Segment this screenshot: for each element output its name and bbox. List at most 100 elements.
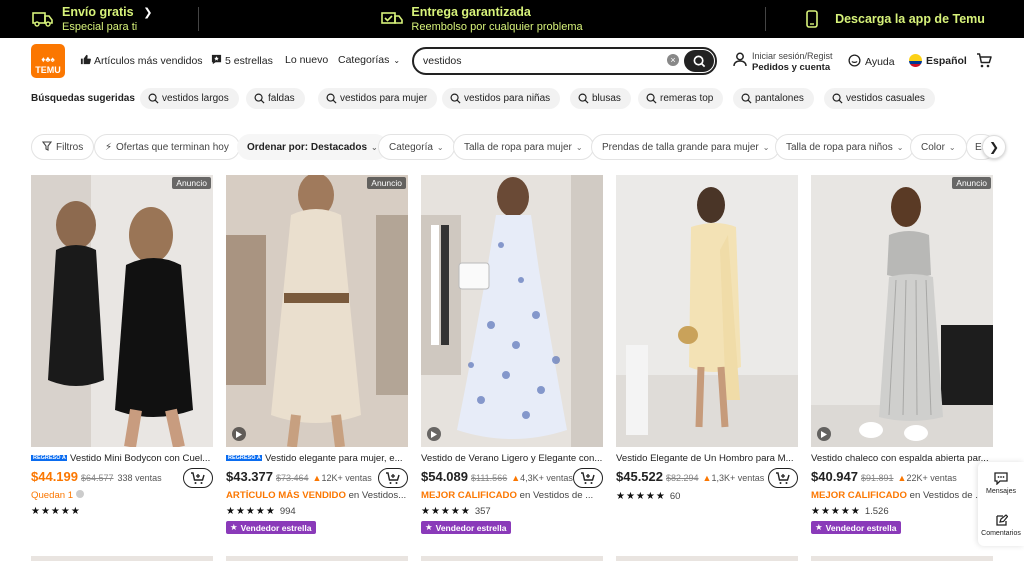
star-seller-badge: ★ Vendedor estrella <box>226 521 316 534</box>
product-card[interactable]: Anuncio REGRESO A CLASES Vestido Mini Bo… <box>31 175 213 535</box>
help-label: Ayuda <box>865 56 895 68</box>
product-card[interactable]: Anuncio Vestido chaleco con espalda abie… <box>811 175 993 535</box>
next-row-image <box>616 556 798 561</box>
rating-row: ★★★★★ 357 <box>421 505 491 517</box>
suggestion-label: pantalones <box>755 93 804 104</box>
add-to-cart-button[interactable] <box>573 468 603 488</box>
star-chat-icon <box>211 54 222 68</box>
next-row-image <box>226 556 408 561</box>
plus-size-label: Prendas de talla grande para mujer <box>602 141 759 153</box>
play-video-icon[interactable] <box>817 427 831 441</box>
floating-side-panel: Mensajes Comentarios <box>978 462 1024 546</box>
suggestion-label: remeras top <box>660 93 714 104</box>
free-shipping-title: Envío gratis <box>62 4 134 19</box>
color-filter-label: Color <box>921 141 945 153</box>
play-video-icon[interactable] <box>427 427 441 441</box>
search-button[interactable] <box>684 50 714 72</box>
suggestion-chip[interactable]: pantalones <box>733 88 814 109</box>
ad-label: Anuncio <box>172 177 211 189</box>
ranking-highlight: MEJOR CALIFICADO <box>421 490 517 501</box>
plus-size-filter[interactable]: Prendas de talla grande para mujer ⌄ <box>591 134 781 160</box>
search-input[interactable]: vestidos <box>423 55 462 67</box>
guaranteed-delivery-promo[interactable]: Entrega garantizada Reembolso por cualqu… <box>198 5 766 33</box>
add-to-cart-button[interactable] <box>768 468 798 488</box>
ranking-badge[interactable]: MEJOR CALIFICADO en Vestidos de ... <box>811 490 993 502</box>
product-title[interactable]: Vestido elegante para mujer, e... <box>265 453 403 464</box>
suggested-searches: Búsquedas sugeridas vestidos largos fald… <box>0 86 1024 112</box>
app-download-promo[interactable]: Descarga la app de Temu <box>766 0 1024 38</box>
free-shipping-promo[interactable]: Envío gratis Especial para ti ❯ <box>0 0 198 38</box>
suggestion-chip[interactable]: vestidos largos <box>140 88 239 109</box>
add-to-cart-button[interactable] <box>378 468 408 488</box>
product-title[interactable]: Vestido chaleco con espalda abierta par.… <box>811 453 989 464</box>
category-filter[interactable]: Categoría ⌄ <box>378 134 455 160</box>
product-image[interactable] <box>616 175 798 447</box>
comments-button[interactable]: Comentarios <box>978 504 1024 546</box>
product-image[interactable]: Anuncio <box>811 175 993 447</box>
sort-dropdown[interactable]: Ordenar por: Destacados ⌄ <box>237 134 388 160</box>
product-image[interactable]: Anuncio <box>226 175 408 447</box>
deals-today-button[interactable]: ⚡︎ Ofertas que terminan hoy <box>94 134 240 160</box>
product-card[interactable]: Vestido Elegante de Un Hombro para M... … <box>616 175 798 535</box>
kids-size-filter[interactable]: Talla de ropa para niños ⌄ <box>775 134 915 160</box>
play-video-icon[interactable] <box>232 427 246 441</box>
kids-size-label: Talla de ropa para niños <box>786 141 893 153</box>
nav-categories[interactable]: Categorías ⌄ <box>338 54 400 66</box>
product-card[interactable]: Anuncio REGRESO A CLASES Vestido elegant… <box>226 175 408 535</box>
color-filter[interactable]: Color ⌄ <box>910 134 967 160</box>
product-title[interactable]: Vestido de Verano Ligero y Elegante con.… <box>421 453 602 464</box>
help-menu[interactable]: Ayuda <box>848 54 895 70</box>
suggestion-chip[interactable]: remeras top <box>638 88 724 109</box>
language-selector[interactable]: Español <box>909 54 967 67</box>
original-price: $64.577 <box>81 473 114 483</box>
ranking-badge[interactable]: MEJOR CALIFICADO en Vestidos de ... <box>421 490 603 502</box>
account-menu[interactable]: Iniciar sesión/Regist Pedidos y cuenta <box>733 51 834 73</box>
logo-icons: ♦♣♠ <box>41 55 55 64</box>
scroll-right-button[interactable]: ❯ <box>982 135 1006 159</box>
filters-button[interactable]: Filtros <box>31 134 95 160</box>
original-price: $73.464 <box>276 473 309 483</box>
ad-label: Anuncio <box>367 177 406 189</box>
sold-count: ▲12K+ ventas <box>313 473 372 483</box>
suggestion-chip[interactable]: vestidos para niñas <box>442 88 561 109</box>
ranking-badge[interactable]: ARTÍCULO MÁS VENDIDO en Vestidos... <box>226 490 408 502</box>
star-seller-label: Vendedor estrella <box>240 522 312 533</box>
nav-new[interactable]: Lo nuevo <box>285 54 328 66</box>
suggestion-chip[interactable]: vestidos casuales <box>824 88 935 109</box>
chevron-down-icon: ⌄ <box>393 55 401 65</box>
suggestion-chip[interactable]: vestidos para mujer <box>318 88 438 109</box>
nav-best-sellers[interactable]: Artículos más vendidos <box>80 54 203 68</box>
chevron-down-icon: ⌄ <box>896 142 904 152</box>
nav-five-stars[interactable]: 5 estrellas <box>211 54 273 68</box>
suggestion-chip[interactable]: blusas <box>570 88 631 109</box>
chevron-right-icon: ❯ <box>988 140 1000 154</box>
next-row-image <box>421 556 603 561</box>
product-card[interactable]: Vestido de Verano Ligero y Elegante con.… <box>421 175 603 535</box>
promo-bar: Envío gratis Especial para ti ❯ Entrega … <box>0 0 1024 38</box>
women-size-filter[interactable]: Talla de ropa para mujer ⌄ <box>453 134 594 160</box>
free-shipping-subtitle: Especial para ti <box>62 20 138 33</box>
add-cart-icon <box>386 471 400 484</box>
chevron-down-icon: ⌄ <box>371 142 378 152</box>
clear-search-icon[interactable]: × <box>667 54 679 66</box>
product-price: $45.522 <box>616 469 663 484</box>
star-seller-badge: ★ Vendedor estrella <box>421 521 511 534</box>
next-row-image <box>811 556 993 561</box>
product-photo <box>616 175 798 447</box>
category-filter-label: Categoría <box>389 141 433 153</box>
messages-button[interactable]: Mensajes <box>978 462 1024 504</box>
product-price: $40.947 <box>811 469 858 484</box>
product-image[interactable]: Anuncio <box>31 175 213 447</box>
suggestion-chip[interactable]: faldas <box>246 88 305 109</box>
add-to-cart-button[interactable] <box>183 468 213 488</box>
star-rating: ★★★★★ <box>31 505 81 517</box>
app-download-text: Descarga la app de Temu <box>835 12 985 26</box>
product-title[interactable]: Vestido Mini Bodycon con Cuel... <box>70 453 210 464</box>
sold-count-label: 22K+ ventas <box>906 473 957 483</box>
add-cart-icon <box>581 471 595 484</box>
cart-button[interactable] <box>976 53 992 73</box>
product-title[interactable]: Vestido Elegante de Un Hombro para M... <box>616 453 794 464</box>
product-image[interactable] <box>421 175 603 447</box>
rating-row: ★★★★★ 1.526 <box>811 505 889 517</box>
temu-logo[interactable]: ♦♣♠ TEMU <box>31 44 65 78</box>
